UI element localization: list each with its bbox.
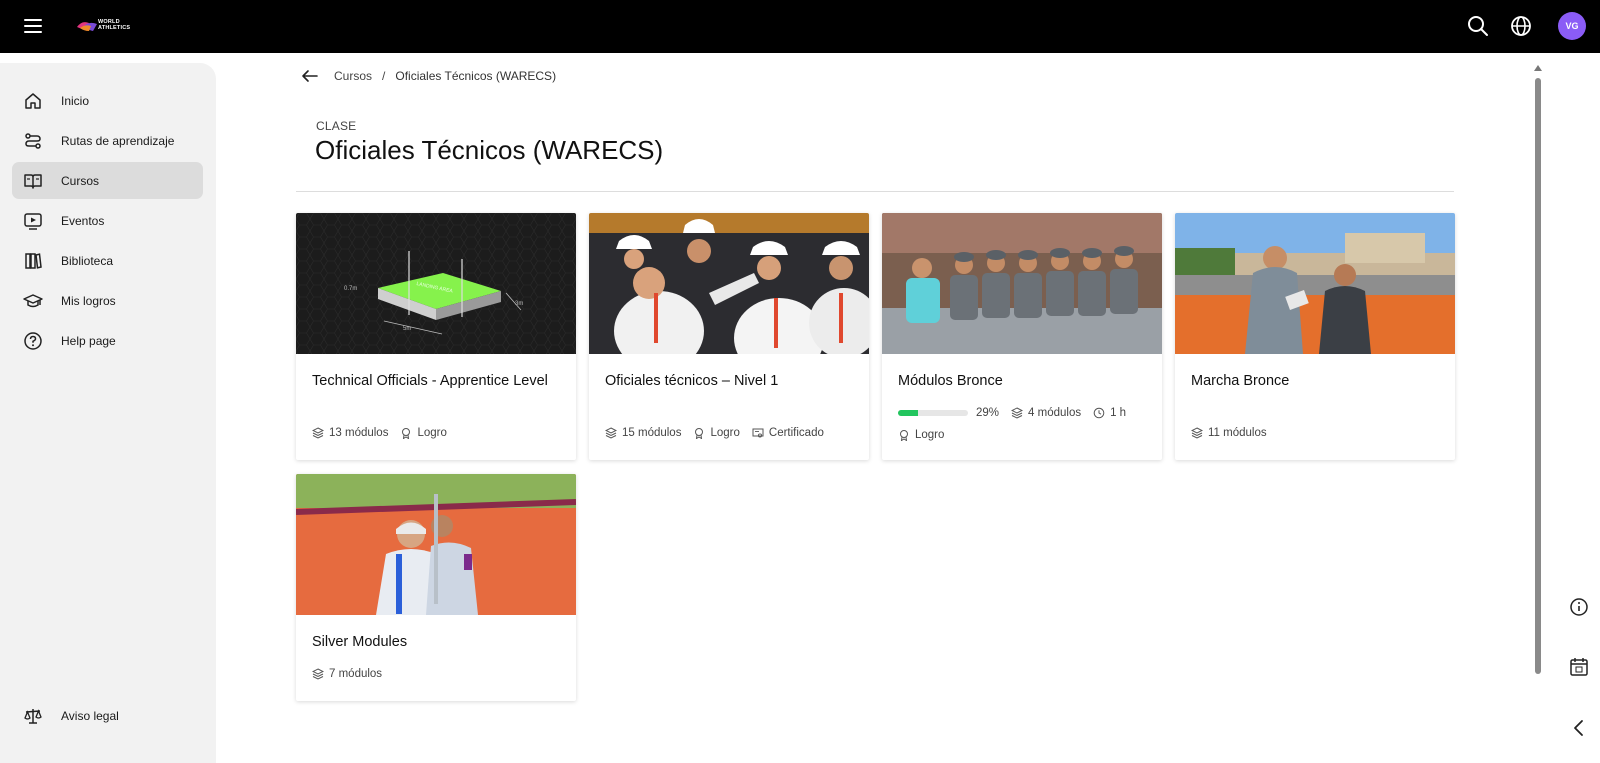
badge-icon bbox=[900, 430, 908, 441]
layers-icon bbox=[1191, 427, 1203, 439]
image-label-height: 0.7m bbox=[344, 286, 357, 292]
course-meta: 7 módulos bbox=[312, 668, 394, 680]
scrollbar-thumb[interactable] bbox=[1535, 78, 1541, 674]
logo-mark-icon bbox=[77, 22, 97, 31]
sidebar-item-label: Cursos bbox=[61, 173, 100, 188]
video-icon bbox=[23, 211, 43, 231]
course-title: Módulos Bronce bbox=[898, 373, 1003, 389]
sidebar-item-rutas[interactable]: Rutas de aprendizaje bbox=[12, 122, 203, 159]
info-icon[interactable] bbox=[1568, 596, 1590, 618]
course-image: LANDING AREA 0.7m 3m 5m bbox=[296, 213, 576, 354]
course-card[interactable]: Oficiales técnicos – Nivel 1 15 módulos … bbox=[589, 213, 869, 460]
course-card[interactable]: Marcha Bronce 11 módulos bbox=[1175, 213, 1455, 460]
badge-icon bbox=[402, 428, 411, 439]
modules-count: 13 módulos bbox=[329, 427, 389, 439]
sidebar-item-aviso-legal[interactable]: Aviso legal bbox=[12, 697, 203, 734]
duration-label: 1 h bbox=[1110, 407, 1127, 419]
progress-percent: 29% bbox=[976, 407, 1000, 419]
sidebar: Inicio Rutas de aprendizaje Cursos Event… bbox=[0, 63, 216, 763]
sidebar-item-help-page[interactable]: Help page bbox=[12, 322, 203, 359]
logo-text-line2: ATHLETICS bbox=[98, 25, 131, 31]
clock-icon bbox=[1093, 407, 1105, 419]
graduation-cap-icon bbox=[23, 291, 43, 311]
breadcrumb-link-cursos[interactable]: Cursos bbox=[334, 69, 372, 83]
home-icon bbox=[23, 91, 43, 111]
arrow-left-icon[interactable] bbox=[300, 66, 320, 86]
user-avatar[interactable]: VG bbox=[1558, 12, 1586, 40]
course-image bbox=[589, 213, 869, 354]
sidebar-item-label: Help page bbox=[61, 333, 116, 348]
scroll-up-arrow-icon[interactable] bbox=[1534, 65, 1542, 71]
sidebar-item-eventos[interactable]: Eventos bbox=[12, 202, 203, 239]
achievement-label: Logro bbox=[915, 429, 945, 441]
layers-icon bbox=[1011, 407, 1024, 419]
certificate-icon bbox=[752, 428, 764, 438]
sidebar-item-label: Eventos bbox=[61, 213, 105, 228]
divider bbox=[296, 191, 1454, 192]
breadcrumb-current: Oficiales Técnicos (WARECS) bbox=[395, 69, 557, 83]
help-circle-icon bbox=[23, 331, 43, 351]
badge-icon bbox=[695, 428, 704, 439]
course-card[interactable]: LANDING AREA 0.7m 3m 5m Technical Offici… bbox=[296, 213, 576, 460]
course-image bbox=[296, 474, 576, 615]
calendar-icon[interactable] bbox=[1568, 656, 1590, 678]
progress-bar bbox=[898, 410, 968, 416]
scales-icon bbox=[23, 706, 43, 726]
layers-icon bbox=[312, 668, 324, 680]
course-title: Technical Officials - Apprentice Level bbox=[312, 373, 548, 389]
sidebar-item-mis-logros[interactable]: Mis logros bbox=[12, 282, 203, 319]
course-meta: 13 módulos Logro bbox=[312, 427, 459, 439]
sidebar-item-label: Inicio bbox=[61, 93, 90, 108]
course-meta: 15 módulos Logro Certificado bbox=[605, 427, 836, 439]
layers-icon bbox=[605, 427, 617, 439]
sidebar-item-biblioteca[interactable]: Biblioteca bbox=[12, 242, 203, 279]
course-meta: Logro bbox=[898, 429, 956, 441]
modules-count: 15 módulos bbox=[622, 427, 682, 439]
modules-count: 4 módulos bbox=[1028, 407, 1082, 419]
page-title: Oficiales Técnicos (WARECS) bbox=[315, 135, 664, 165]
page-kicker: CLASE bbox=[316, 119, 357, 133]
modules-count: 7 módulos bbox=[329, 668, 383, 680]
sidebar-item-cursos[interactable]: Cursos bbox=[12, 162, 203, 199]
image-label-width: 3m bbox=[515, 301, 523, 307]
sidebar-item-inicio[interactable]: Inicio bbox=[12, 82, 203, 119]
library-icon bbox=[23, 251, 43, 271]
achievement-label: Logro bbox=[417, 427, 447, 439]
sidebar-item-label: Rutas de aprendizaje bbox=[61, 133, 175, 148]
chevron-left-icon[interactable] bbox=[1568, 717, 1590, 739]
sidebar-item-label: Mis logros bbox=[61, 293, 116, 308]
achievement-label: Logro bbox=[710, 427, 740, 439]
course-card[interactable]: Silver Modules 7 módulos bbox=[296, 474, 576, 701]
modules-count: 11 módulos bbox=[1208, 427, 1267, 439]
course-image bbox=[1175, 213, 1455, 354]
course-title: Silver Modules bbox=[312, 634, 408, 650]
globe-icon[interactable] bbox=[1509, 14, 1533, 38]
sidebar-item-label: Aviso legal bbox=[61, 708, 119, 723]
top-bar: WORLD ATHLETICS VG bbox=[0, 0, 1600, 53]
layers-icon bbox=[312, 427, 324, 439]
course-image bbox=[882, 213, 1162, 354]
course-title: Oficiales técnicos – Nivel 1 bbox=[605, 373, 779, 389]
course-meta: 29% 4 módulos 1 h bbox=[898, 407, 1138, 419]
progress-fill bbox=[898, 410, 919, 416]
search-icon[interactable] bbox=[1466, 14, 1490, 38]
book-open-icon bbox=[23, 171, 43, 191]
sidebar-item-label: Biblioteca bbox=[61, 253, 114, 268]
certificate-label: Certificado bbox=[768, 427, 824, 439]
world-athletics-logo[interactable]: WORLD ATHLETICS bbox=[76, 16, 136, 36]
breadcrumb-separator: / bbox=[382, 69, 386, 83]
route-icon bbox=[23, 131, 43, 151]
breadcrumb: Cursos / Oficiales Técnicos (WARECS) bbox=[300, 66, 556, 86]
course-card[interactable]: Módulos Bronce 29% 4 módulos 1 h Logro bbox=[882, 213, 1162, 460]
course-meta: 11 módulos bbox=[1191, 427, 1279, 439]
course-title: Marcha Bronce bbox=[1191, 373, 1290, 389]
hamburger-menu-icon[interactable] bbox=[22, 16, 44, 36]
image-label-length: 5m bbox=[403, 326, 411, 332]
